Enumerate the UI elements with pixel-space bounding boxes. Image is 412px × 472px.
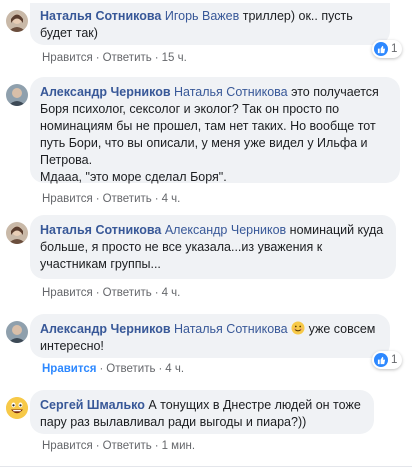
reply-button[interactable]: Ответить [103, 193, 152, 205]
reaction-count[interactable]: 1 [372, 351, 403, 369]
mention-link[interactable]: Игорь Важев [165, 9, 239, 23]
avatar[interactable] [6, 10, 28, 32]
divider [0, 466, 412, 467]
mention-link[interactable]: Александр Черников [165, 223, 286, 237]
comment-actions: Нравится · Ответить · 1 мин. [42, 440, 196, 452]
reaction-count[interactable]: 1 [372, 40, 403, 58]
reply-button[interactable]: Ответить [106, 363, 155, 375]
timestamp[interactable]: 1 мин. [162, 440, 195, 452]
avatar[interactable] [6, 397, 28, 419]
timestamp[interactable]: 15 ч. [162, 52, 187, 64]
mention-link[interactable]: Наталья Сотникова [174, 322, 288, 336]
like-button[interactable]: Нравится [42, 287, 93, 299]
mention-link[interactable]: Наталья Сотникова [174, 85, 288, 99]
author-name[interactable]: Александр Черников [40, 322, 171, 336]
comment-bubble: Сергей Шмалько А тонущих в Днестре людей… [30, 390, 374, 434]
reply-button[interactable]: Ответить [103, 52, 152, 64]
author-name[interactable]: Александр Черников [40, 85, 171, 99]
comment-actions: Нравится · Ответить · 15 ч. [42, 52, 187, 64]
avatar[interactable] [6, 222, 28, 244]
reply-button[interactable]: Ответить [103, 287, 152, 299]
comment-actions: Нравится · Ответить · 4 ч. [42, 193, 181, 205]
timestamp[interactable]: 4 ч. [165, 363, 184, 375]
comment-bubble: Александр Черников Наталья Сотникова уже… [30, 314, 390, 358]
author-name[interactable]: Наталья Сотникова [40, 223, 161, 237]
reply-button[interactable]: Ответить [103, 440, 152, 452]
author-name[interactable]: Сергей Шмалько [40, 398, 145, 412]
comment-actions: Нравится · Ответить · 4 ч. [42, 363, 185, 375]
comment-bubble: Наталья Сотникова Александр Черников ном… [30, 215, 396, 279]
author-name[interactable]: Наталья Сотникова [40, 9, 161, 23]
avatar[interactable] [6, 84, 28, 106]
like-button[interactable]: Нравится [42, 440, 93, 452]
like-button[interactable]: Нравится [42, 52, 93, 64]
avatar[interactable] [6, 321, 28, 343]
like-button[interactable]: Нравится [42, 363, 96, 375]
comment-actions: Нравится · Ответить · 4 ч. [42, 287, 181, 299]
timestamp[interactable]: 4 ч. [162, 193, 181, 205]
thumbs-up-icon [374, 42, 388, 56]
comment-text-line2: Мдааа, "это море сделал Боря". [40, 170, 227, 184]
like-button[interactable]: Нравится [42, 193, 93, 205]
timestamp[interactable]: 4 ч. [162, 287, 181, 299]
comment-bubble: Наталья Сотникова Игорь Важев триллер) о… [30, 3, 390, 45]
smiling-face-emoji-icon [291, 321, 305, 335]
thumbs-up-icon [374, 353, 388, 367]
comment-bubble: Александр Черников Наталья Сотникова это… [30, 77, 400, 184]
